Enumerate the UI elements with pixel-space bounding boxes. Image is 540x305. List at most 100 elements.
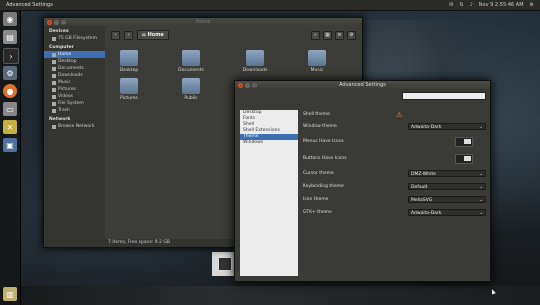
sidebar-item-music[interactable]: Music (44, 79, 105, 86)
buttons-icons-toggle[interactable] (455, 153, 473, 164)
file-item-pictures[interactable]: Pictures (109, 78, 149, 101)
file-manager-toolbar: ‹ › ⌂ Home ⌕ ▦ ≡ ⚙ (105, 26, 362, 44)
sidebar-header-computer: Computer (49, 45, 74, 50)
keybinding-theme-label: Keybinding theme (303, 184, 344, 189)
folder-icon (182, 50, 200, 66)
file-item-music[interactable]: Music (297, 50, 337, 73)
theme-settings-panel: Shell theme ⚠ Window theme Adwaita-Dark ⌄… (301, 110, 496, 295)
breadcrumb-home[interactable]: ⌂ Home (137, 30, 169, 40)
keybinding-theme-select[interactable]: Default ⌄ (408, 183, 486, 190)
icon-theme-label: Icon theme (303, 197, 329, 202)
home-icon (52, 52, 56, 57)
network-small-icon (52, 124, 56, 129)
sidebar-item-filesystem-root[interactable]: File System (44, 100, 105, 107)
cursor-theme-select[interactable]: DMZ-White ⌄ (408, 170, 486, 177)
shell-theme-label: Shell theme (303, 112, 330, 117)
sidebar-item-browse-network[interactable]: Browse Network (44, 123, 105, 130)
sidebar-item-desktop[interactable]: Desktop (44, 58, 105, 65)
chevron-down-icon: ⌄ (479, 185, 483, 190)
file-item-documents[interactable]: Documents (171, 50, 211, 73)
tools-icon[interactable]: ✕ (3, 120, 17, 134)
filesystem-icon (52, 101, 56, 106)
ubuntu-software-icon[interactable]: ● (3, 84, 17, 98)
power-icon[interactable]: ⚙ (530, 2, 534, 8)
window-theme-select[interactable]: Adwaita-Dark ⌄ (408, 123, 486, 130)
terminal-icon[interactable]: › (3, 48, 19, 64)
window-title: Home (195, 19, 211, 25)
system-tray: ✉ ⇅ ♪ Nov 9 2:55:46 AM ⚙ (449, 2, 534, 8)
home-crumb-icon: ⌂ (142, 32, 146, 38)
gtk-theme-select[interactable]: Adwaita-Dark ⌄ (408, 209, 486, 216)
row-menus-have-icons: Menus Have Icons (301, 136, 485, 147)
downloads-icon (52, 73, 56, 78)
sidebar-item-documents[interactable]: Documents (44, 65, 105, 72)
folder-icon (182, 78, 200, 94)
file-manager-titlebar: × – □ Home (44, 18, 362, 26)
row-keybinding-theme: Keybinding theme Default ⌄ (301, 182, 486, 191)
forward-button[interactable]: › (124, 30, 133, 40)
toggle-knob (464, 138, 471, 144)
folder-icon (246, 50, 264, 66)
top-panel: Advanced Settings ✉ ⇅ ♪ Nov 9 2:55:46 AM… (0, 0, 540, 11)
volume-icon[interactable]: ♪ (470, 2, 473, 8)
search-input[interactable] (402, 92, 486, 100)
list-view-button[interactable]: ≡ (335, 30, 344, 40)
sidebar-header-devices: Devices (49, 29, 69, 34)
file-item-public[interactable]: Public (171, 78, 211, 101)
files-icon[interactable]: ▤ (3, 30, 17, 44)
folder-icon (120, 78, 138, 94)
file-item-downloads[interactable]: Downloads (235, 50, 275, 73)
wallpaper-strip (0, 286, 540, 305)
chevron-down-icon: ⌄ (479, 125, 483, 130)
settings-icon[interactable]: ⚙ (3, 66, 17, 80)
cursor-theme-label: Cursor theme (303, 171, 334, 176)
documents-icon (52, 66, 56, 71)
music-icon (52, 80, 56, 85)
advanced-settings-window: × – □ Advanced Settings Desktop Fonts Sh… (234, 80, 496, 295)
sidebar-item-downloads[interactable]: Downloads (44, 72, 105, 79)
row-icon-theme: Icon theme MeliaSVG ⌄ (301, 195, 486, 204)
sidebar-item-filesystem[interactable]: 75 GB Filesystem (44, 35, 105, 42)
advanced-settings-titlebar: × – □ Advanced Settings (235, 81, 490, 89)
chevron-down-icon: ⌄ (479, 172, 483, 177)
drive-icon (52, 36, 56, 41)
sidebar-item-home[interactable]: Home (44, 51, 105, 58)
sidebar-header-network: Network (49, 117, 71, 122)
active-app-title: Advanced Settings (6, 2, 53, 8)
row-window-theme: Window theme Adwaita-Dark ⌄ (301, 122, 486, 131)
clock[interactable]: Nov 9 2:55:46 AM (479, 2, 524, 8)
pictures-icon (52, 87, 56, 92)
toggle-knob (464, 155, 471, 161)
mail-icon[interactable]: ✉ (449, 2, 453, 8)
menu-button[interactable]: ⚙ (347, 30, 356, 40)
icon-theme-select[interactable]: MeliaSVG ⌄ (408, 196, 486, 203)
file-manager-sidebar: Devices 75 GB Filesystem Computer Home D… (44, 26, 105, 247)
monitor-icon[interactable]: ▣ (3, 138, 17, 152)
back-button[interactable]: ‹ (111, 30, 120, 40)
folder-icon (308, 50, 326, 66)
sidebar-item-trash[interactable]: Trash (44, 107, 105, 114)
sidebar-item-videos[interactable]: Videos (44, 93, 105, 100)
settings-sidebar: Desktop Fonts Shell Shell Extensions The… (240, 110, 298, 276)
chevron-down-icon: ⌄ (479, 198, 483, 203)
folder-icon (120, 50, 138, 66)
menus-icons-label: Menus Have Icons (303, 139, 344, 144)
gtk-theme-label: GTK+ theme (303, 210, 332, 215)
row-buttons-have-icons: Buttons Have Icons (301, 153, 485, 164)
sidebar-item-pictures[interactable]: Pictures (44, 86, 105, 93)
menus-icons-toggle[interactable] (455, 136, 473, 147)
trash-icon[interactable]: ▥ (3, 287, 17, 301)
view-button[interactable]: ▦ (323, 30, 332, 40)
trash-small-icon (52, 108, 56, 113)
videos-icon (52, 94, 56, 99)
warning-icon: ⚠ (396, 110, 403, 119)
dash-icon[interactable]: ◉ (3, 12, 17, 26)
sidebar-item-windows[interactable]: Windows (240, 140, 298, 146)
desktop-icon (52, 59, 56, 64)
file-item-desktop[interactable]: Desktop (109, 50, 149, 73)
disk-icon[interactable]: ▭ (3, 102, 17, 116)
search-button[interactable]: ⌕ (311, 30, 320, 40)
launcher: ◉ ▤ › ⚙ ● ▭ ✕ ▣ ▥ (0, 10, 21, 305)
network-icon[interactable]: ⇅ (459, 2, 463, 8)
buttons-icons-label: Buttons Have Icons (303, 156, 347, 161)
